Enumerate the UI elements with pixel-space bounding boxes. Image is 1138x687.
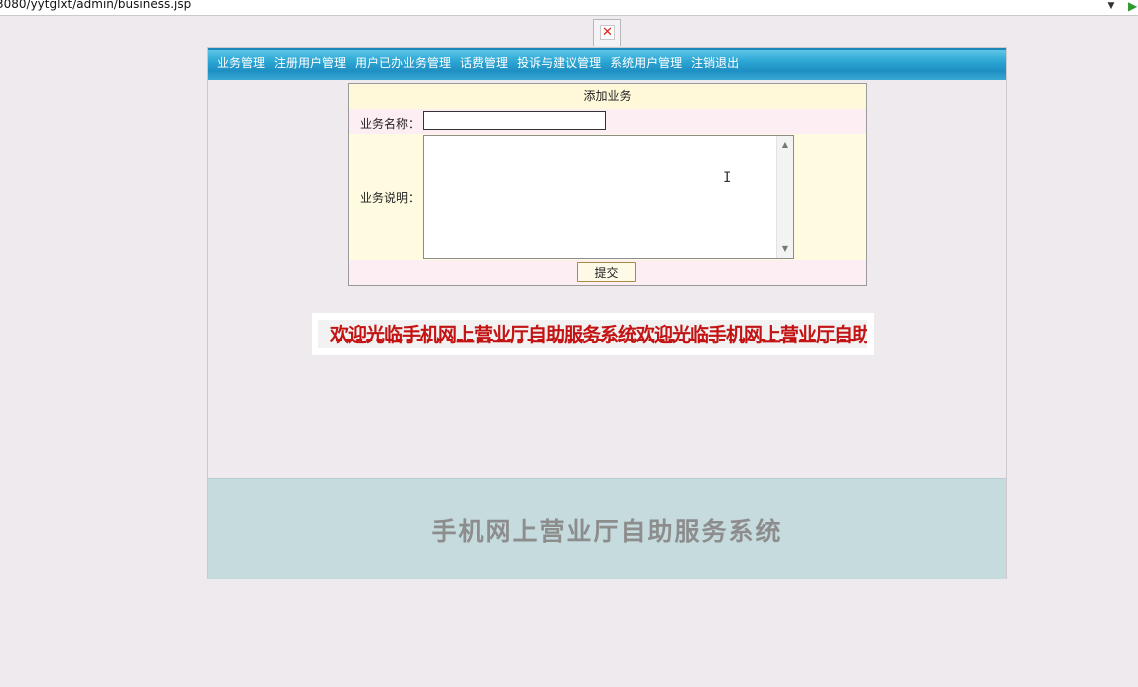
nav-item-business[interactable]: 业务管理 bbox=[217, 50, 265, 76]
scrolling-banner: 欢迎光临手机网上营业厅自助服务系统欢迎光临手机网上营业厅自助服务系统欢迎光临 bbox=[312, 313, 874, 355]
business-desc-textarea[interactable] bbox=[424, 136, 776, 258]
footer-title: 手机网上营业厅自助服务系统 bbox=[431, 517, 783, 546]
nav-item-logout[interactable]: 注销退出 bbox=[691, 50, 739, 76]
address-bar[interactable]: 3080/yytglxt/admin/business.jsp ▼ ▶ bbox=[0, 0, 1138, 16]
scroll-down-icon[interactable]: ▼ bbox=[777, 242, 793, 256]
broken-image-icon: ✕ bbox=[600, 25, 615, 40]
scroll-up-icon[interactable]: ▲ bbox=[777, 138, 793, 152]
nav-item-registered-users[interactable]: 注册用户管理 bbox=[274, 50, 346, 76]
nav-item-user-business[interactable]: 用户已办业务管理 bbox=[355, 50, 451, 76]
main-container: 业务管理 注册用户管理 用户已办业务管理 话费管理 投诉与建议管理 系统用户管理… bbox=[207, 47, 1007, 579]
add-business-form: 添加业务 业务名称： 业务说明： ▲ ▼ 提交 bbox=[348, 83, 867, 286]
nav-item-complaints[interactable]: 投诉与建议管理 bbox=[517, 50, 601, 76]
chevron-down-icon[interactable]: ▼ bbox=[1104, 0, 1118, 13]
banner-underline bbox=[336, 339, 856, 343]
top-nav: 业务管理 注册用户管理 用户已办业务管理 话费管理 投诉与建议管理 系统用户管理… bbox=[208, 48, 1006, 80]
business-name-input[interactable] bbox=[423, 111, 606, 130]
submit-row: 提交 bbox=[349, 260, 866, 285]
desc-scrollbar[interactable]: ▲ ▼ bbox=[776, 136, 793, 258]
form-title: 添加业务 bbox=[349, 84, 866, 109]
scrolling-banner-inner: 欢迎光临手机网上营业厅自助服务系统欢迎光临手机网上营业厅自助服务系统欢迎光临 bbox=[318, 320, 867, 348]
go-arrow-icon[interactable]: ▶ bbox=[1128, 0, 1138, 13]
nav-list: 业务管理 注册用户管理 用户已办业务管理 话费管理 投诉与建议管理 系统用户管理… bbox=[208, 50, 1006, 76]
broken-image: ✕ bbox=[593, 19, 621, 46]
text-cursor-icon: I bbox=[723, 170, 732, 186]
nav-item-billing[interactable]: 话费管理 bbox=[460, 50, 508, 76]
desc-box: ▲ ▼ bbox=[423, 135, 794, 259]
footer: 手机网上营业厅自助服务系统 bbox=[208, 478, 1006, 579]
desc-row: 业务说明： ▲ ▼ bbox=[349, 134, 866, 260]
nav-item-system-users[interactable]: 系统用户管理 bbox=[610, 50, 682, 76]
submit-button[interactable]: 提交 bbox=[577, 262, 636, 282]
address-text[interactable]: 3080/yytglxt/admin/business.jsp bbox=[0, 0, 191, 11]
desc-label: 业务说明： bbox=[360, 191, 421, 205]
name-label: 业务名称： bbox=[360, 117, 421, 131]
name-row: 业务名称： bbox=[349, 109, 866, 134]
